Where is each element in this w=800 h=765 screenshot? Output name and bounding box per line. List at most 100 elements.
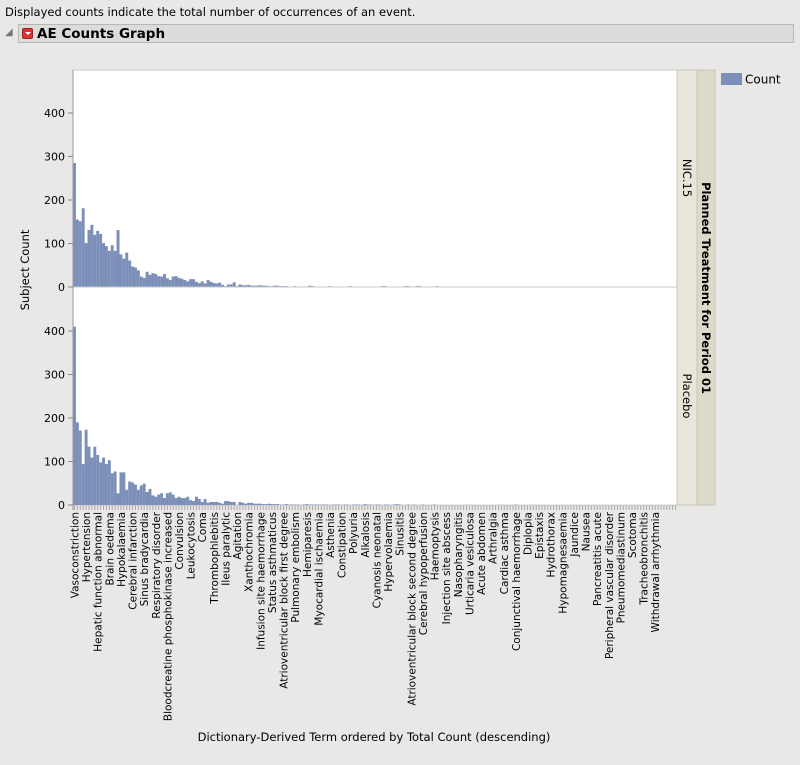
bar[interactable] xyxy=(197,498,201,505)
bar[interactable] xyxy=(122,258,126,287)
bar[interactable] xyxy=(174,498,178,505)
bar[interactable] xyxy=(232,282,236,287)
bar[interactable] xyxy=(90,224,94,287)
bar[interactable] xyxy=(116,230,120,287)
bar[interactable] xyxy=(110,473,114,505)
bar[interactable] xyxy=(122,472,126,506)
bar[interactable] xyxy=(203,498,207,505)
bar[interactable] xyxy=(165,493,169,505)
bar[interactable] xyxy=(224,501,227,505)
bar[interactable] xyxy=(232,501,236,505)
bar[interactable] xyxy=(87,230,91,287)
bar[interactable] xyxy=(206,280,210,287)
bar[interactable] xyxy=(96,230,100,287)
bar[interactable] xyxy=(113,471,117,505)
bar[interactable] xyxy=(241,502,245,505)
bar[interactable] xyxy=(119,254,123,288)
bar[interactable] xyxy=(75,422,79,505)
bar[interactable] xyxy=(151,273,155,287)
bar[interactable] xyxy=(276,504,280,505)
bar[interactable] xyxy=(171,494,175,505)
bar[interactable] xyxy=(206,502,210,505)
bar[interactable] xyxy=(107,250,111,287)
bar[interactable] xyxy=(174,276,178,288)
legend-swatch[interactable] xyxy=(721,73,742,85)
bar[interactable] xyxy=(84,243,88,287)
bar[interactable] xyxy=(104,246,108,287)
bar[interactable] xyxy=(78,221,82,287)
bar[interactable] xyxy=(194,281,198,287)
bar[interactable] xyxy=(136,270,140,287)
bar[interactable] xyxy=(81,208,85,287)
bar[interactable] xyxy=(183,498,187,505)
bar[interactable] xyxy=(87,446,91,505)
bar[interactable] xyxy=(168,280,172,287)
bar[interactable] xyxy=(160,493,164,505)
bar[interactable] xyxy=(168,492,172,505)
bar[interactable] xyxy=(78,430,82,506)
bar[interactable] xyxy=(102,243,105,287)
bar[interactable] xyxy=(96,454,100,505)
bar[interactable] xyxy=(186,496,190,506)
bar[interactable] xyxy=(253,503,256,505)
bar[interactable] xyxy=(189,279,193,287)
bar[interactable] xyxy=(267,503,271,505)
bar[interactable] xyxy=(270,504,274,505)
legend-label[interactable]: Count xyxy=(745,73,781,87)
bar[interactable] xyxy=(145,271,149,287)
bar[interactable] xyxy=(192,501,196,505)
bar[interactable] xyxy=(395,504,399,505)
bar[interactable] xyxy=(212,283,216,287)
bar[interactable] xyxy=(99,462,103,505)
bar[interactable] xyxy=(186,281,190,288)
bar[interactable] xyxy=(180,498,184,505)
bar[interactable] xyxy=(125,489,129,505)
bar[interactable] xyxy=(229,501,233,505)
bar[interactable] xyxy=(183,280,187,287)
bar[interactable] xyxy=(171,276,175,287)
bar[interactable] xyxy=(110,245,114,287)
bar[interactable] xyxy=(209,281,213,287)
bar[interactable] xyxy=(139,485,143,505)
bar[interactable] xyxy=(84,429,88,505)
bar[interactable] xyxy=(160,276,164,287)
bar[interactable] xyxy=(284,504,288,505)
bar[interactable] xyxy=(165,278,169,287)
bar[interactable] xyxy=(75,219,79,287)
bar[interactable] xyxy=(305,504,309,505)
bar[interactable] xyxy=(131,266,135,288)
bar[interactable] xyxy=(93,446,97,505)
bar[interactable] xyxy=(81,464,85,505)
bar[interactable] xyxy=(136,489,140,505)
bar[interactable] xyxy=(116,493,120,505)
bar[interactable] xyxy=(264,504,268,505)
bar[interactable] xyxy=(157,494,161,505)
bar[interactable] xyxy=(203,283,207,287)
bar[interactable] xyxy=(151,495,155,505)
bar[interactable] xyxy=(104,464,108,505)
bar[interactable] xyxy=(107,460,111,505)
bar[interactable] xyxy=(163,498,166,505)
bar[interactable] xyxy=(261,504,265,505)
bar[interactable] xyxy=(163,273,166,287)
bar[interactable] xyxy=(128,260,132,287)
bar[interactable] xyxy=(192,279,196,287)
bar[interactable] xyxy=(180,278,184,288)
bar[interactable] xyxy=(177,496,181,506)
bar[interactable] xyxy=(244,503,248,505)
bar[interactable] xyxy=(133,484,137,506)
bar[interactable] xyxy=(221,503,225,505)
bar[interactable] xyxy=(363,504,367,505)
bar[interactable] xyxy=(133,267,137,287)
bar[interactable] xyxy=(128,481,132,505)
bar[interactable] xyxy=(255,503,259,505)
bar[interactable] xyxy=(200,501,204,505)
bar[interactable] xyxy=(273,504,277,505)
bar[interactable] xyxy=(142,277,146,287)
bar[interactable] xyxy=(189,500,193,505)
bar[interactable] xyxy=(125,252,129,287)
bar[interactable] xyxy=(157,276,161,288)
bar[interactable] xyxy=(226,501,230,505)
bar[interactable] xyxy=(139,276,143,287)
bar[interactable] xyxy=(102,457,105,505)
